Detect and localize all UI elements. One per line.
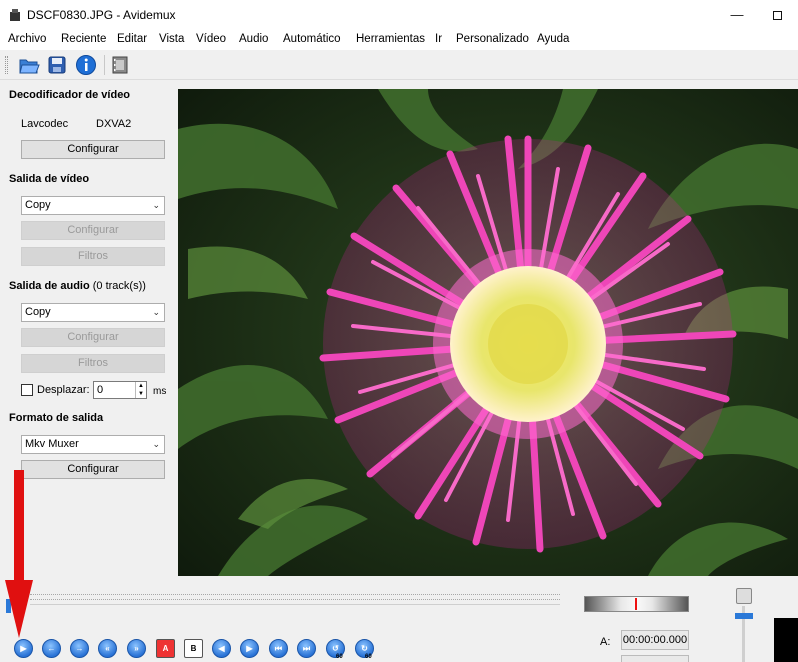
back-60-label: 60: [336, 654, 343, 660]
go-back-60-icon[interactable]: ↺ 60: [326, 639, 345, 660]
shift-value: 0: [97, 384, 104, 396]
audio-output-selected: Copy: [25, 306, 51, 318]
spin-arrows-icon[interactable]: ▲ ▼: [135, 382, 146, 398]
menu-bar: Archivo Reciente Editar Vista Vídeo Audi…: [0, 30, 798, 50]
save-disk-icon[interactable]: [46, 54, 68, 76]
shift-label: Desplazar:: [37, 384, 90, 396]
audio-configure-button[interactable]: Configurar: [21, 328, 165, 347]
menu-vista[interactable]: Vista: [159, 33, 184, 45]
menu-editar[interactable]: Editar: [117, 33, 147, 45]
marker-b-label: B: [190, 644, 197, 653]
decoder-codec-label: Lavcodec: [21, 118, 69, 130]
menu-herramientas[interactable]: Herramientas: [356, 33, 425, 45]
menu-video[interactable]: Vídeo: [196, 33, 226, 45]
minimize-button[interactable]: —: [717, 4, 757, 26]
timeline-track[interactable]: [30, 594, 560, 600]
timeline-line: [30, 604, 560, 605]
audio-output-select[interactable]: Copy ⌄: [21, 303, 165, 322]
jog-shuttle[interactable]: [584, 596, 689, 612]
chevron-down-icon: ⌄: [152, 307, 160, 317]
window-title: DSCF0830.JPG - Avidemux: [27, 8, 176, 22]
timeline[interactable]: [0, 581, 575, 621]
previous-keyframe-icon[interactable]: «: [98, 639, 117, 658]
menu-ir[interactable]: Ir: [435, 33, 442, 45]
next-frame-icon[interactable]: →: [70, 639, 89, 658]
output-format-selected: Mkv Muxer: [25, 438, 79, 450]
audio-filters-button[interactable]: Filtros: [21, 354, 165, 373]
chevron-down-icon: ⌄: [152, 200, 160, 210]
chevron-down-icon: ⌄: [152, 439, 160, 449]
maximize-button[interactable]: [757, 4, 797, 26]
video-decoder-title: Decodificador de vídeo: [9, 89, 131, 101]
previous-black-frame-icon[interactable]: ⏮: [269, 639, 288, 658]
video-output-title: Salida de vídeo: [9, 173, 90, 185]
flower-photo: [178, 89, 798, 576]
mini-preview: [774, 618, 798, 662]
audio-output-title-text: Salida de audio: [9, 280, 90, 292]
open-folder-icon[interactable]: [18, 54, 40, 76]
video-output-select[interactable]: Copy ⌄: [21, 196, 165, 215]
audio-track-count: (0 track(s)): [92, 280, 146, 292]
shift-unit: ms: [153, 386, 167, 397]
shift-input[interactable]: 0 ▲ ▼: [93, 381, 147, 399]
go-to-marker-a-icon[interactable]: ◀: [212, 639, 231, 658]
go-to-marker-b-icon[interactable]: ▶: [240, 639, 259, 658]
toolbar-separator: [104, 55, 105, 75]
video-configure-button[interactable]: Configurar: [21, 221, 165, 240]
shift-checkbox[interactable]: [21, 384, 33, 396]
second-time-field[interactable]: [621, 655, 689, 662]
play-icon[interactable]: ▶: [14, 639, 33, 658]
menu-archivo[interactable]: Archivo: [8, 33, 46, 45]
volume-icon[interactable]: [736, 588, 752, 604]
info-icon[interactable]: [75, 54, 97, 76]
menu-reciente[interactable]: Reciente: [61, 33, 106, 45]
menu-automatico[interactable]: Automático: [283, 33, 341, 45]
marker-a-label: A: [162, 644, 169, 653]
toolbar-grip: [5, 56, 8, 74]
next-keyframe-icon[interactable]: »: [127, 639, 146, 658]
next-black-frame-icon[interactable]: ⏭: [297, 639, 316, 658]
app-icon: [10, 9, 20, 21]
title-bar: DSCF0830.JPG - Avidemux —: [0, 0, 798, 30]
film-properties-icon[interactable]: [109, 54, 131, 76]
set-marker-a-icon[interactable]: A: [156, 639, 175, 658]
video-output-selected: Copy: [25, 199, 51, 211]
volume-handle[interactable]: [735, 613, 753, 619]
jog-marker: [635, 598, 637, 610]
menu-audio[interactable]: Audio: [239, 33, 268, 45]
forward-60-label: 60: [365, 654, 372, 660]
output-format-title: Formato de salida: [9, 412, 104, 424]
decoder-configure-button[interactable]: Configurar: [21, 140, 165, 159]
format-configure-button[interactable]: Configurar: [21, 460, 165, 479]
menu-ayuda[interactable]: Ayuda: [537, 33, 569, 45]
current-time-field[interactable]: 00:00:00.000: [621, 630, 689, 650]
previous-frame-icon[interactable]: ←: [42, 639, 61, 658]
decoder-codec-value: DXVA2: [96, 118, 132, 130]
video-filters-button[interactable]: Filtros: [21, 247, 165, 266]
output-format-select[interactable]: Mkv Muxer ⌄: [21, 435, 165, 454]
maximize-icon: [772, 11, 782, 21]
audio-output-title: Salida de audio (0 track(s)): [9, 280, 146, 292]
video-preview: [178, 89, 798, 576]
go-forward-60-icon[interactable]: ↻ 60: [355, 639, 374, 660]
toolbar: [0, 50, 798, 80]
set-marker-b-icon[interactable]: B: [184, 639, 203, 658]
menu-personalizado[interactable]: Personalizado: [456, 33, 529, 45]
time-label: A:: [600, 636, 611, 648]
annotation-arrow-icon: [5, 470, 33, 638]
